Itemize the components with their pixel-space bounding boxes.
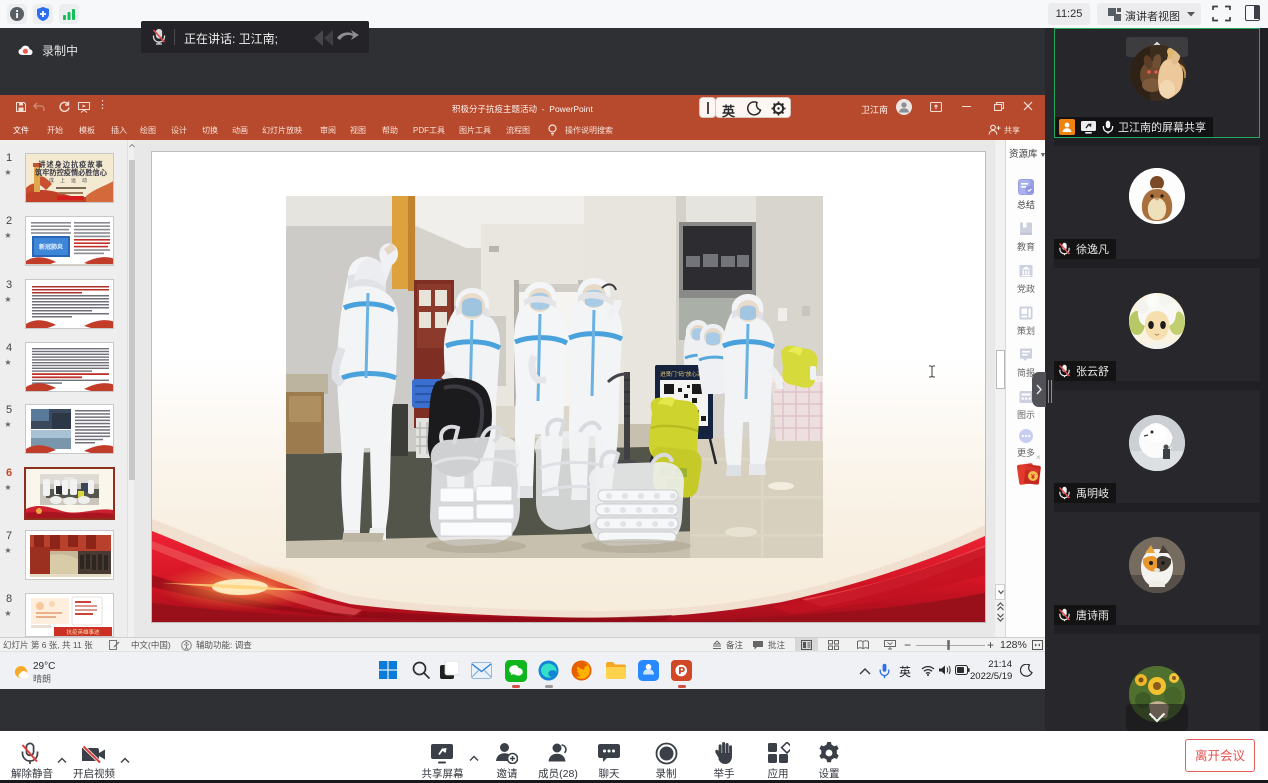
svg-text:筑牢防控疫情必胜信心: 筑牢防控疫情必胜信心 [35,168,108,177]
svg-text:新冠肺炎: 新冠肺炎 [39,243,63,251]
svg-text:抗疫英雄事迹: 抗疫英雄事迹 [66,628,100,636]
svg-text:成上运动: 成上运动 [49,177,93,184]
svg-text:¥: ¥ [1031,474,1035,481]
